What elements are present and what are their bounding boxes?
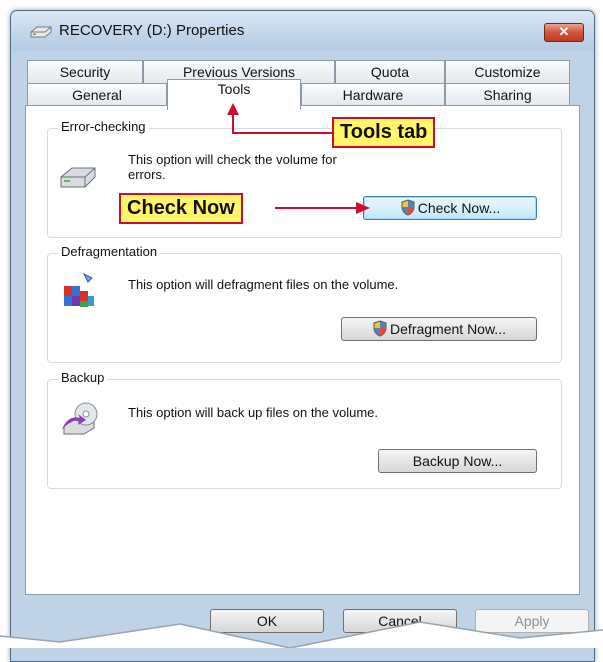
- check-now-callout: Check Now: [119, 193, 243, 224]
- torn-edge: [0, 621, 603, 648]
- annotation-arrows: [227, 103, 370, 214]
- tools-tab-callout: Tools tab: [332, 117, 436, 148]
